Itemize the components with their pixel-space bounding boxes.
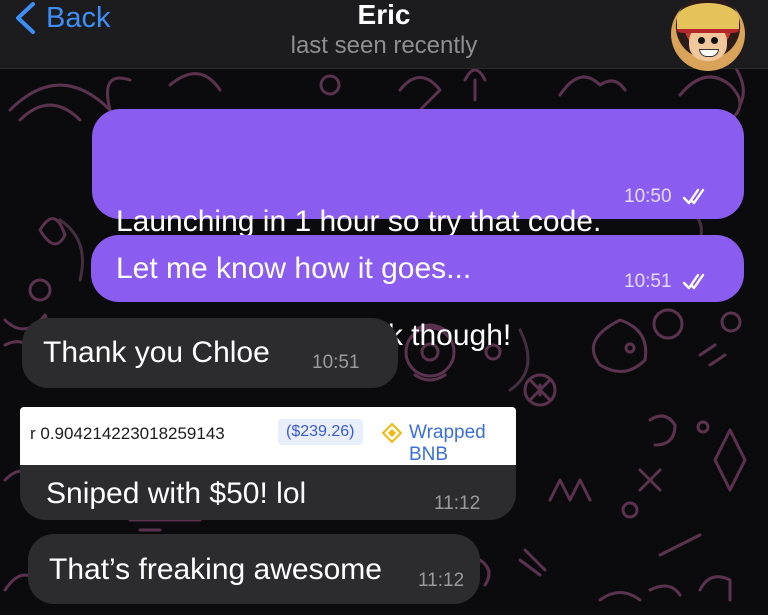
message-time: 10:51 <box>624 271 672 292</box>
usd-value-badge: ($239.26) <box>278 419 363 445</box>
double-check-icon <box>682 188 705 205</box>
transaction-preview-card[interactable]: r 0.904214223018259143 ($239.26) Wrapped… <box>20 407 516 465</box>
avatar-eye <box>711 37 718 44</box>
avatar-eye <box>698 37 705 44</box>
message-time: 10:51 <box>312 352 360 373</box>
avatar-hat <box>677 3 739 33</box>
token-amount: r 0.904214223018259143 <box>30 424 225 443</box>
message-text: Sniped with $50! lol <box>46 477 307 510</box>
message-text: Let me know how it goes... <box>116 252 472 285</box>
contact-name[interactable]: Eric <box>0 0 768 30</box>
incoming-message[interactable]: That’s freaking awesome 11:12 <box>28 534 480 604</box>
message-text: Thank you Chloe <box>43 336 270 369</box>
contact-avatar[interactable] <box>671 0 745 71</box>
chat-header: Back Eric last seen recently <box>0 0 768 71</box>
message-text: That’s freaking awesome <box>49 553 382 586</box>
incoming-message[interactable]: Thank you Chloe 10:51 <box>22 318 398 388</box>
message-time: 11:12 <box>418 570 465 591</box>
outgoing-message[interactable]: Let me know how it goes... 10:51 <box>91 235 744 302</box>
message-time: 10:50 <box>624 186 672 207</box>
double-check-icon <box>682 273 705 290</box>
contact-status: last seen recently <box>290 32 478 59</box>
outgoing-message[interactable]: Launching in 1 hour so try that code. Th… <box>92 109 744 352</box>
bnb-diamond-icon <box>382 423 402 443</box>
message-time: 11:12 <box>434 493 481 514</box>
token-name-link[interactable]: Wrapped BNB <box>409 422 516 465</box>
